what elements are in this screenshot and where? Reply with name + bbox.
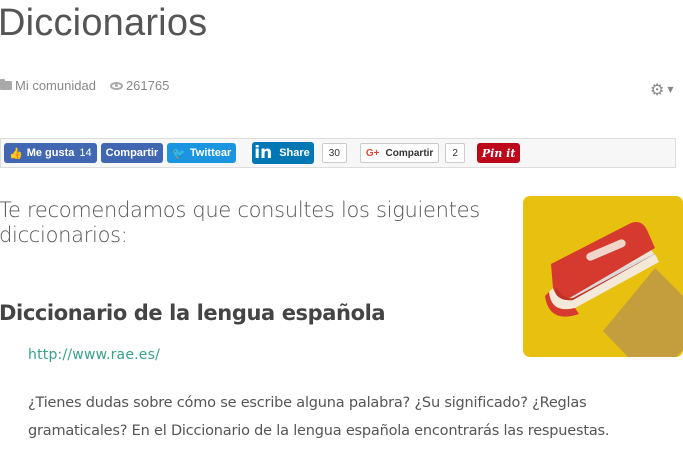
page-title: Diccionarios <box>0 2 208 44</box>
intro-text: Te recomendamos que consultes los siguie… <box>0 198 480 247</box>
linkedin-share-count: 30 <box>321 143 347 163</box>
settings-menu-button[interactable]: ⚙ ▼ <box>650 80 674 99</box>
linkedin-label: Share <box>279 147 310 159</box>
google-plus-share-button[interactable]: G+ Compartir <box>359 143 440 163</box>
facebook-like-count: 14 <box>79 147 92 159</box>
gear-icon: ⚙ <box>650 80 665 99</box>
facebook-like-button[interactable]: 👍 Me gusta 14 <box>4 143 97 163</box>
facebook-share-button[interactable]: Compartir <box>100 143 164 163</box>
eye-icon <box>109 81 123 90</box>
section-title: Diccionario de la lengua española <box>0 301 386 325</box>
article-meta: Mi comunidad 261765 <box>0 78 169 93</box>
facebook-like-label: Me gusta <box>26 147 75 159</box>
section-description: ¿Tienes dudas sobre cómo se escribe algu… <box>28 395 610 439</box>
thumbs-up-icon: 👍 <box>9 147 23 160</box>
pinterest-pin-button[interactable]: Pin it <box>476 143 521 163</box>
google-plus-icon: G+ <box>365 147 380 159</box>
rae-link[interactable]: http://www.rae.es/ <box>28 347 160 363</box>
twitter-label: Twittear <box>189 147 232 159</box>
view-count: 261765 <box>125 78 170 93</box>
linkedin-share-button[interactable]: in Share <box>252 142 314 164</box>
twitter-button[interactable]: 🐦 Twittear <box>167 143 237 163</box>
book-icon <box>523 196 683 357</box>
share-bar: 👍 Me gusta 14 Compartir 🐦 Twittear in Sh… <box>0 138 676 168</box>
chevron-down-icon: ▼ <box>667 85 674 94</box>
twitter-bird-icon: 🐦 <box>172 147 186 160</box>
folder-icon <box>0 79 12 90</box>
google-plus-label: Compartir <box>385 147 434 159</box>
category-link[interactable]: Mi comunidad <box>15 78 96 93</box>
google-plus-share-count: 2 <box>445 143 465 163</box>
linkedin-logo-icon: in <box>254 143 273 163</box>
